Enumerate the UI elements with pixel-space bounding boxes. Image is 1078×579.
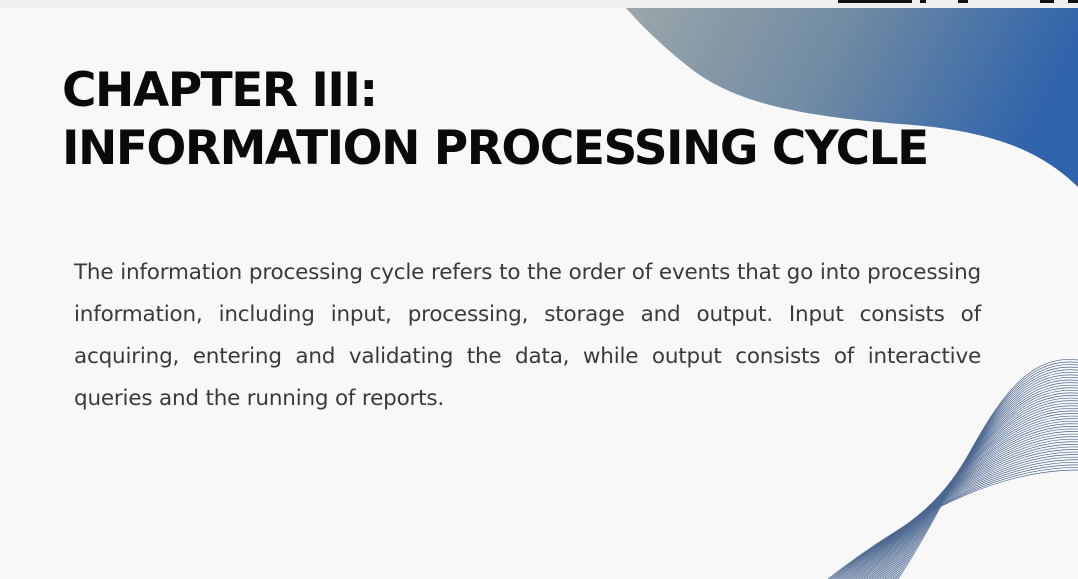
page-title: CHAPTER III: INFORMATION PROCESSING CYCL… xyxy=(62,62,929,178)
body-paragraph: The information processing cycle refers … xyxy=(74,260,981,411)
slide: CHAPTER III: INFORMATION PROCESSING CYCL… xyxy=(0,0,1078,579)
wave-line xyxy=(866,408,1078,579)
wave-line xyxy=(865,410,1078,579)
wave-line xyxy=(876,392,1078,579)
title-line-1: CHAPTER III: xyxy=(62,63,378,118)
title-line-2: INFORMATION PROCESSING CYCLE xyxy=(62,121,929,176)
wave-line xyxy=(855,426,1078,579)
